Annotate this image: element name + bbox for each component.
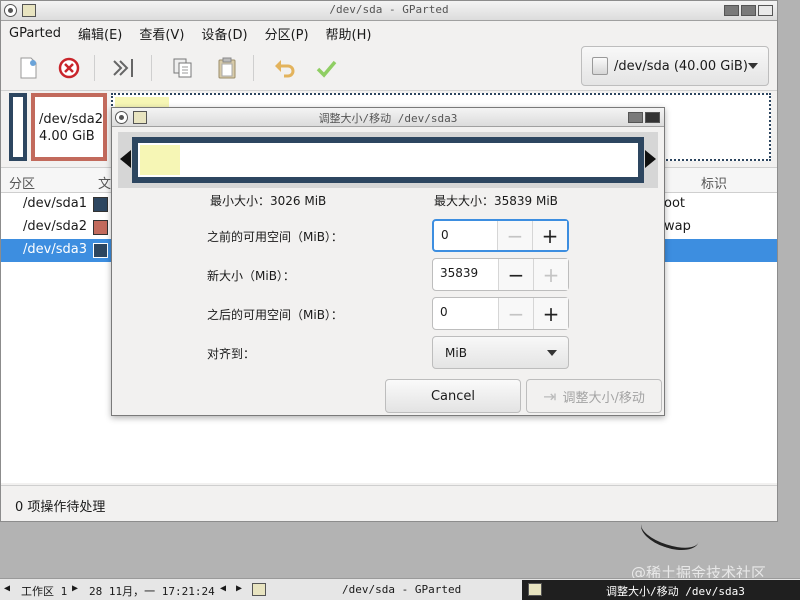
- new-partition-icon[interactable]: [13, 53, 43, 83]
- plus-icon[interactable]: +: [532, 221, 567, 250]
- window-controls: [724, 5, 773, 16]
- workspace-label[interactable]: 工作区 1: [21, 583, 67, 599]
- close-icon[interactable]: [645, 112, 660, 123]
- task-next-icon[interactable]: ▶: [236, 583, 242, 594]
- free-after-spinner[interactable]: 0 − +: [432, 297, 569, 330]
- align-label: 对齐到：: [207, 347, 256, 361]
- task-prev-icon[interactable]: ◀: [220, 583, 226, 594]
- workspace-prev-icon[interactable]: ◀: [4, 583, 10, 594]
- menu-partition[interactable]: 分区(P): [265, 24, 309, 43]
- window-title: /dev/sda - GParted: [329, 3, 449, 16]
- main-titlebar[interactable]: /dev/sda - GParted: [1, 1, 777, 21]
- clock: 28 11月，一 17:21:24: [89, 585, 215, 598]
- resize-move-button-label: 调整大小/移动: [562, 390, 645, 406]
- toolbar-separator: [151, 55, 152, 81]
- row-partition-name: /dev/sda2: [23, 219, 87, 234]
- minus-icon[interactable]: −: [498, 298, 533, 329]
- menu-edit[interactable]: 编辑(E): [78, 24, 122, 43]
- row-partition-name: /dev/sda3: [23, 242, 87, 257]
- taskbar-item-active[interactable]: 调整大小/移动 /dev/sda3: [522, 580, 800, 600]
- used-space-block: [140, 145, 180, 175]
- undo-icon[interactable]: [269, 53, 299, 83]
- paste-icon[interactable]: [212, 53, 242, 83]
- disk-map-sda2[interactable]: /dev/sda2 4.00 GiB: [31, 93, 107, 161]
- toolbar-separator: [94, 55, 95, 81]
- resize-move-icon[interactable]: [109, 53, 139, 83]
- minimize-icon[interactable]: [628, 112, 643, 123]
- new-size-spinner[interactable]: 35839 − +: [432, 258, 569, 291]
- min-size-text: 最小大小：3026 MiB: [210, 194, 327, 208]
- left-resize-handle-icon[interactable]: [120, 150, 131, 168]
- menu-gparted[interactable]: GParted: [9, 26, 61, 41]
- filesystem-color-swatch: [93, 197, 108, 212]
- minus-icon[interactable]: −: [498, 259, 533, 290]
- cancel-button-label: Cancel: [430, 388, 476, 404]
- apply-icon[interactable]: [311, 53, 341, 83]
- row-partition-name: /dev/sda1: [23, 196, 87, 211]
- dialog-task-icon: [528, 583, 542, 596]
- row-flag: wap: [664, 219, 691, 234]
- resize-visualizer[interactable]: [118, 132, 658, 188]
- row-flag: oot: [664, 196, 686, 211]
- resize-move-button[interactable]: ⇥ 调整大小/移动: [526, 379, 662, 413]
- column-partition[interactable]: 分区: [9, 173, 35, 192]
- dialog-titlebar[interactable]: 调整大小/移动 /dev/sda3: [112, 108, 664, 127]
- plus-icon[interactable]: +: [533, 298, 568, 329]
- free-after-input[interactable]: 0: [433, 298, 498, 329]
- column-filesystem[interactable]: 文: [98, 173, 111, 192]
- disk-icon: [592, 57, 608, 75]
- maximize-icon[interactable]: [741, 5, 756, 16]
- chevron-down-icon: [547, 349, 557, 356]
- new-size-label: 新大小（MiB）：: [207, 269, 295, 283]
- menubar: GParted 编辑(E) 查看(V) 设备(D) 分区(P) 帮助(H): [1, 21, 777, 45]
- close-icon[interactable]: [758, 5, 773, 16]
- toolbar-separator: [253, 55, 254, 81]
- menu-help[interactable]: 帮助(H): [326, 24, 372, 43]
- new-size-input[interactable]: 35839: [433, 259, 498, 290]
- dialog-window-controls: [628, 112, 660, 123]
- dialog-title: 调整大小/移动 /dev/sda3: [318, 112, 458, 125]
- minus-icon[interactable]: −: [497, 221, 532, 250]
- disk-map-sda1[interactable]: [9, 93, 27, 161]
- taskbar-item-dialog: 调整大小/移动 /dev/sda3: [606, 585, 745, 598]
- filesystem-color-swatch: [93, 220, 108, 235]
- filesystem-color-swatch: [93, 243, 108, 258]
- device-label: /dev/sda (40.00 GiB): [614, 58, 748, 74]
- column-label[interactable]: 标识: [701, 173, 727, 192]
- cancel-button[interactable]: Cancel: [385, 379, 521, 413]
- resize-move-dialog: 调整大小/移动 /dev/sda3 最小大小：3026 MiB 最大大小：358…: [111, 107, 665, 416]
- free-before-label: 之前的可用空间（MiB）：: [207, 230, 343, 244]
- workspace-next-icon[interactable]: ▶: [72, 583, 78, 594]
- free-before-input[interactable]: 0: [434, 221, 497, 250]
- sda3-used-space: [115, 97, 169, 107]
- right-resize-handle-icon[interactable]: [645, 150, 656, 168]
- minimize-icon[interactable]: [724, 5, 739, 16]
- align-value: MiB: [445, 345, 467, 360]
- copy-icon[interactable]: [168, 53, 198, 83]
- taskbar: ◀ 工作区 1 ▶ 28 11月，一 17:21:24 ◀ ▶ /dev/sda…: [0, 578, 800, 600]
- toolbar: /dev/sda (40.00 GiB): [1, 45, 777, 91]
- device-selector[interactable]: /dev/sda (40.00 GiB): [581, 46, 769, 86]
- plus-icon[interactable]: +: [533, 259, 568, 290]
- max-size-text: 最大大小：35839 MiB: [434, 194, 558, 208]
- sda2-size: 4.00 GiB: [39, 129, 95, 144]
- align-select[interactable]: MiB: [432, 336, 569, 369]
- free-after-label: 之后的可用空间（MiB）：: [207, 308, 343, 322]
- free-before-spinner[interactable]: 0 − +: [432, 219, 569, 252]
- taskbar-item-gparted[interactable]: /dev/sda - GParted: [342, 583, 461, 596]
- chevron-down-icon: [748, 63, 758, 69]
- menu-view[interactable]: 查看(V): [139, 24, 184, 43]
- sda2-name: /dev/sda2: [39, 112, 103, 127]
- gparted-task-icon: [252, 583, 266, 596]
- resize-move-icon: ⇥: [543, 386, 557, 406]
- partition-resize-bar[interactable]: [132, 137, 644, 183]
- delete-partition-icon[interactable]: [54, 53, 84, 83]
- menu-device[interactable]: 设备(D): [201, 24, 247, 43]
